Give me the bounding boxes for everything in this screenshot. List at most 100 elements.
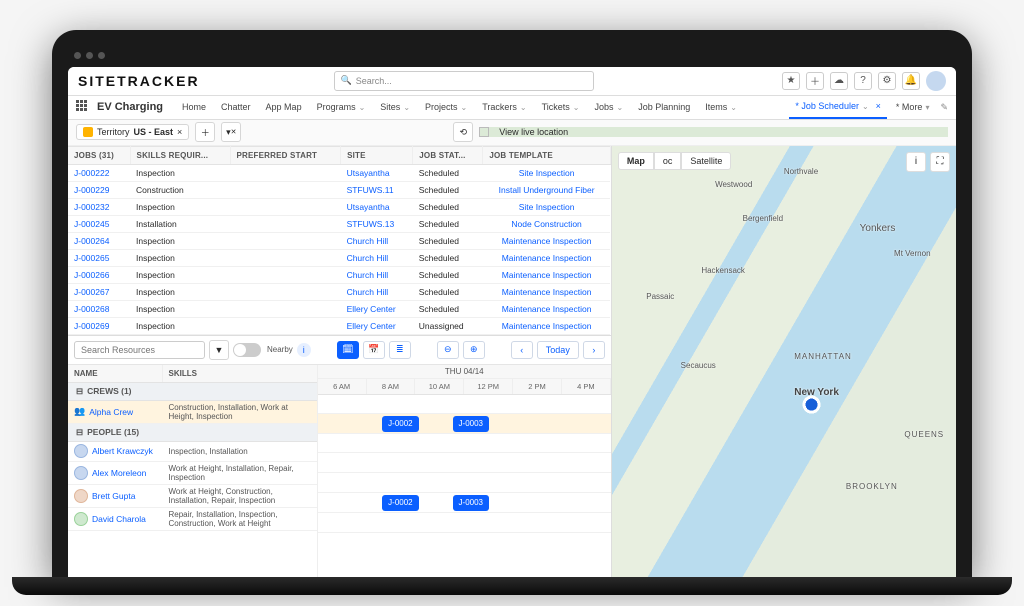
map-fullscreen-icon[interactable]: ⛶ bbox=[930, 152, 950, 172]
gear-icon[interactable]: ⚙ bbox=[878, 72, 896, 90]
job-id[interactable]: J-000229 bbox=[68, 181, 130, 198]
person-name[interactable]: David Charola bbox=[92, 514, 146, 524]
lane-person[interactable] bbox=[318, 453, 611, 473]
map-mode-sat[interactable]: Satellite bbox=[681, 152, 731, 170]
nav-trackers[interactable]: Trackers⌄ bbox=[476, 96, 532, 119]
group-people[interactable]: ⊟ PEOPLE (15) bbox=[68, 424, 317, 442]
job-row[interactable]: J-000245InstallationSTFUWS.13ScheduledNo… bbox=[68, 215, 610, 232]
job-card[interactable]: J-0002 bbox=[382, 416, 418, 432]
job-row[interactable]: J-000264InspectionChurch HillScheduledMa… bbox=[68, 232, 610, 249]
plus-icon[interactable]: ＋ bbox=[806, 72, 824, 90]
map-info-icon[interactable]: i bbox=[906, 152, 926, 172]
refresh-button[interactable]: ⟲ bbox=[453, 122, 473, 142]
job-site[interactable]: Church Hill bbox=[341, 232, 413, 249]
job-template[interactable]: Maintenance Inspection bbox=[483, 232, 610, 249]
person-name[interactable]: Alex Moreleon bbox=[92, 468, 146, 478]
nav-items[interactable]: Items⌄ bbox=[699, 96, 743, 119]
job-site[interactable]: STFUWS.13 bbox=[341, 215, 413, 232]
avatar[interactable] bbox=[926, 71, 946, 91]
map-mode-oc[interactable]: oc bbox=[654, 152, 682, 170]
lane-person[interactable]: J-0002 J-0003 bbox=[318, 493, 611, 513]
live-location-checkbox[interactable] bbox=[479, 127, 489, 137]
col-prefstart[interactable]: PREFERRED START bbox=[230, 146, 341, 164]
resource-search-input[interactable] bbox=[74, 341, 205, 359]
job-row[interactable]: J-000267InspectionChurch HillScheduledMa… bbox=[68, 283, 610, 300]
col-template[interactable]: JOB TEMPLATE bbox=[483, 146, 610, 164]
today-button[interactable]: Today bbox=[537, 341, 579, 359]
job-row[interactable]: J-000269InspectionEllery CenterUnassigne… bbox=[68, 317, 610, 334]
cloud-icon[interactable]: ☁ bbox=[830, 72, 848, 90]
lane-person[interactable] bbox=[318, 513, 611, 533]
nav-projects[interactable]: Projects⌄ bbox=[419, 96, 473, 119]
job-row[interactable]: J-000232InspectionUtsayanthaScheduledSit… bbox=[68, 198, 610, 215]
job-id[interactable]: J-000222 bbox=[68, 164, 130, 181]
view-list-button[interactable]: ≣ bbox=[389, 341, 411, 359]
nav-appmap[interactable]: App Map bbox=[260, 96, 308, 119]
job-site[interactable]: Church Hill bbox=[341, 266, 413, 283]
nav-sites[interactable]: Sites⌄ bbox=[374, 96, 416, 119]
add-filter-button[interactable]: ＋ bbox=[195, 122, 215, 142]
next-button[interactable]: › bbox=[583, 341, 605, 359]
crew-row[interactable]: 👥Alpha Crew Construction, Installation, … bbox=[68, 401, 317, 424]
job-id[interactable]: J-000265 bbox=[68, 249, 130, 266]
job-card[interactable]: J-0003 bbox=[453, 495, 489, 511]
bell-icon[interactable]: 🔔 bbox=[902, 72, 920, 90]
help-icon[interactable]: ? bbox=[854, 72, 872, 90]
col-site[interactable]: SITE bbox=[341, 146, 413, 164]
zoom-out-button[interactable]: ⊖ bbox=[437, 341, 459, 359]
map-mode-switch[interactable]: Map oc Satellite bbox=[618, 152, 732, 170]
territory-filter[interactable]: Territory US - East × bbox=[76, 124, 189, 140]
job-site[interactable]: Church Hill bbox=[341, 283, 413, 300]
filter-funnel-button[interactable]: ▾✕ bbox=[221, 122, 241, 142]
col-status[interactable]: JOB STAT... bbox=[413, 146, 483, 164]
nav-programs[interactable]: Programs⌄ bbox=[311, 96, 372, 119]
view-week-button[interactable]: 📅 bbox=[363, 341, 385, 359]
map-panel[interactable]: Map oc Satellite i ⛶ New York Yonkers BR… bbox=[612, 146, 956, 577]
nav-more[interactable]: * More▾ bbox=[890, 96, 936, 119]
pencil-icon[interactable]: ✎ bbox=[940, 102, 948, 113]
job-id[interactable]: J-000264 bbox=[68, 232, 130, 249]
job-id[interactable]: J-000269 bbox=[68, 317, 130, 334]
col-jobs[interactable]: JOBS (31) bbox=[68, 146, 130, 164]
job-site[interactable]: Church Hill bbox=[341, 249, 413, 266]
job-row[interactable]: J-000265InspectionChurch HillScheduledMa… bbox=[68, 249, 610, 266]
info-icon[interactable]: i bbox=[297, 343, 311, 357]
job-template[interactable]: Maintenance Inspection bbox=[483, 300, 610, 317]
person-name[interactable]: Albert Krawczyk bbox=[92, 446, 153, 456]
lane-crew[interactable]: J-0002 J-0003 bbox=[318, 414, 611, 434]
group-crews[interactable]: ⊟ CREWS (1) bbox=[68, 383, 317, 401]
nav-jobs[interactable]: Jobs⌄ bbox=[588, 96, 629, 119]
tab-job-scheduler[interactable]: * Job Scheduler⌄× bbox=[789, 96, 887, 119]
job-site[interactable]: Utsayantha bbox=[341, 164, 413, 181]
job-site[interactable]: Ellery Center bbox=[341, 300, 413, 317]
person-name[interactable]: Brett Gupta bbox=[92, 491, 135, 501]
zoom-in-button[interactable]: ⊕ bbox=[463, 341, 485, 359]
person-row[interactable]: Albert KrawczykInspection, Installation bbox=[68, 442, 317, 462]
person-row[interactable]: David CharolaRepair, Installation, Inspe… bbox=[68, 508, 317, 531]
map-mode-map[interactable]: Map bbox=[618, 152, 654, 170]
job-template[interactable]: Maintenance Inspection bbox=[483, 249, 610, 266]
job-template[interactable]: Maintenance Inspection bbox=[483, 317, 610, 334]
job-row[interactable]: J-000222InspectionUtsayanthaScheduledSit… bbox=[68, 164, 610, 181]
app-launcher-icon[interactable] bbox=[76, 100, 90, 114]
view-calendar-button[interactable]: 🗓 bbox=[337, 341, 359, 359]
job-id[interactable]: J-000268 bbox=[68, 300, 130, 317]
nearby-toggle[interactable] bbox=[233, 343, 261, 357]
job-card[interactable]: J-0002 bbox=[382, 495, 418, 511]
job-card[interactable]: J-0003 bbox=[453, 416, 489, 432]
close-icon[interactable]: × bbox=[177, 127, 182, 137]
prev-button[interactable]: ‹ bbox=[511, 341, 533, 359]
job-site[interactable]: STFUWS.11 bbox=[341, 181, 413, 198]
crew-name[interactable]: Alpha Crew bbox=[89, 407, 133, 417]
close-icon[interactable]: × bbox=[876, 101, 881, 111]
resource-filter-button[interactable]: ▼ bbox=[209, 340, 229, 360]
job-row[interactable]: J-000229ConstructionSTFUWS.11ScheduledIn… bbox=[68, 181, 610, 198]
person-row[interactable]: Alex MoreleonWork at Height, Installatio… bbox=[68, 462, 317, 485]
job-template[interactable]: Site Inspection bbox=[483, 164, 610, 181]
nav-tickets[interactable]: Tickets⌄ bbox=[536, 96, 586, 119]
nav-jobplanning[interactable]: Job Planning bbox=[632, 96, 696, 119]
lane-person[interactable] bbox=[318, 473, 611, 493]
job-site[interactable]: Ellery Center bbox=[341, 317, 413, 334]
job-template[interactable]: Install Underground Fiber bbox=[483, 181, 610, 198]
job-row[interactable]: J-000266InspectionChurch HillScheduledMa… bbox=[68, 266, 610, 283]
